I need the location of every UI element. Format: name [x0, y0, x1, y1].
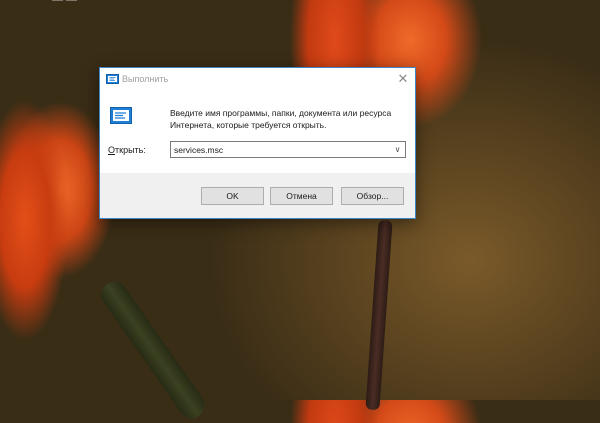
close-button[interactable]: ✕	[395, 71, 411, 87]
ok-button[interactable]: OK	[201, 187, 264, 205]
run-program-icon	[110, 107, 132, 124]
close-icon: ✕	[397, 71, 409, 86]
flower-leaf	[96, 277, 210, 423]
open-combobox[interactable]: services.msc ∨	[170, 141, 406, 158]
cancel-button[interactable]: Отмена	[270, 187, 333, 205]
desktop-corner-text: — —	[52, 0, 78, 6]
description-line-2: Интернета, которые требуется открыть.	[170, 120, 327, 130]
open-label-accesskey: О	[108, 145, 116, 155]
dialog-title: Выполнить	[122, 74, 169, 84]
chevron-down-icon[interactable]: ∨	[392, 144, 403, 155]
browse-button[interactable]: Обзор...	[341, 187, 404, 205]
dialog-description: Введите имя программы, папки, документа …	[170, 107, 410, 131]
run-dialog: Выполнить ✕ Введите имя программы, папки…	[99, 67, 416, 219]
open-input[interactable]: services.msc	[174, 145, 223, 155]
flower-stem	[365, 219, 393, 411]
description-line-1: Введите имя программы, папки, документа …	[170, 108, 392, 118]
title-bar[interactable]: Выполнить ✕	[100, 68, 415, 91]
run-dialog-icon	[106, 74, 119, 84]
open-label: Открыть:	[108, 145, 146, 155]
open-label-text: ткрыть:	[115, 145, 146, 155]
